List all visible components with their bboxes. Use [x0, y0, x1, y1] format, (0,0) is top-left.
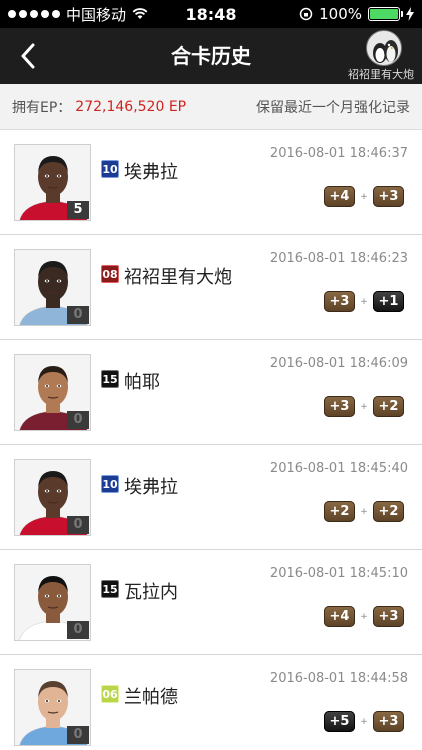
plus-icon: + [360, 296, 368, 307]
card-level: 0 [67, 726, 89, 744]
plus-icon: + [360, 191, 368, 202]
upgrade-chip-primary: +2 [324, 501, 355, 522]
upgrade-chip-primary: +3 [324, 396, 355, 417]
list-item[interactable]: 0 10 埃弗拉 2016-08-01 18:45:40 +2 + +2 [0, 445, 422, 550]
orientation-lock-icon [299, 7, 313, 21]
user-profile[interactable]: 袑袑里有大炮 [348, 28, 416, 84]
upgrade-chip-secondary: +3 [373, 606, 404, 627]
record-timestamp: 2016-08-01 18:46:37 [269, 146, 408, 161]
player-card: 5 [14, 144, 91, 221]
record-list: 5 10 埃弗拉 2016-08-01 18:46:37 +4 + +3 0 0… [0, 130, 422, 750]
ep-value: 272,146,520 EP [75, 98, 187, 115]
list-item[interactable]: 0 15 瓦拉内 2016-08-01 18:45:10 +4 + +3 [0, 550, 422, 655]
player-card: 0 [14, 459, 91, 536]
upgrade-chips: +2 + +2 [324, 501, 404, 522]
player-name: 瓦拉内 [124, 582, 178, 603]
battery-percent: 100% [319, 5, 362, 23]
list-item[interactable]: 5 10 埃弗拉 2016-08-01 18:46:37 +4 + +3 [0, 130, 422, 235]
list-item[interactable]: 0 06 兰帕德 2016-08-01 18:44:58 +5 + +3 [0, 655, 422, 750]
player-card: 0 [14, 564, 91, 641]
card-level: 5 [67, 201, 89, 219]
plus-icon: + [360, 506, 368, 517]
charging-icon [406, 7, 414, 21]
avatar [366, 30, 402, 66]
record-timestamp: 2016-08-01 18:45:10 [269, 566, 408, 581]
username-label: 袑袑里有大炮 [348, 68, 414, 81]
upgrade-chip-secondary: +2 [373, 501, 404, 522]
status-bar: 中国移动 18:48 100% [0, 0, 422, 28]
player-name: 帕耶 [124, 372, 160, 393]
upgrade-chip-primary: +5 [324, 711, 355, 732]
upgrade-chips: +5 + +3 [324, 711, 404, 732]
wifi-icon [132, 8, 148, 19]
upgrade-chip-primary: +3 [324, 291, 355, 312]
upgrade-chip-secondary: +3 [373, 711, 404, 732]
list-item[interactable]: 0 08 袑袑里有大炮 2016-08-01 18:46:23 +3 + +1 [0, 235, 422, 340]
carrier-label: 中国移动 [66, 5, 127, 24]
upgrade-chip-secondary: +2 [373, 396, 404, 417]
player-name: 埃弗拉 [124, 162, 178, 183]
upgrade-chips: +4 + +3 [324, 606, 404, 627]
player-name: 兰帕德 [124, 687, 178, 708]
record-timestamp: 2016-08-01 18:45:40 [269, 461, 408, 476]
player-card: 0 [14, 354, 91, 431]
card-level: 0 [67, 621, 89, 639]
upgrade-chip-secondary: +1 [373, 291, 404, 312]
battery-icon [368, 7, 403, 21]
record-timestamp: 2016-08-01 18:46:23 [269, 251, 408, 266]
status-left: 中国移动 [0, 4, 150, 25]
plus-icon: + [360, 401, 368, 412]
plus-icon: + [360, 611, 368, 622]
jersey-number-badge: 10 [101, 160, 119, 178]
nav-bar: 合卡历史 袑袑里有大炮 [0, 28, 422, 84]
player-card: 0 [14, 249, 91, 326]
upgrade-chip-primary: +4 [324, 606, 355, 627]
upgrade-chips: +3 + +1 [324, 291, 404, 312]
record-timestamp: 2016-08-01 18:44:58 [269, 671, 408, 686]
upgrade-chip-secondary: +3 [373, 186, 404, 207]
jersey-number-badge: 15 [101, 370, 119, 388]
player-name: 埃弗拉 [124, 477, 178, 498]
ep-info-bar: 拥有EP： 272,146,520 EP 保留最近一个月强化记录 [0, 84, 422, 130]
player-card: 0 [14, 669, 91, 746]
retention-note: 保留最近一个月强化记录 [256, 99, 410, 116]
upgrade-chip-primary: +4 [324, 186, 355, 207]
player-name: 袑袑里有大炮 [124, 267, 232, 288]
list-item[interactable]: 0 15 帕耶 2016-08-01 18:46:09 +3 + +2 [0, 340, 422, 445]
card-level: 0 [67, 516, 89, 534]
penguin-icon [373, 40, 398, 63]
ep-label: 拥有EP： [12, 99, 72, 116]
record-timestamp: 2016-08-01 18:46:09 [269, 356, 408, 371]
signal-icon [8, 10, 60, 18]
plus-icon: + [360, 716, 368, 727]
upgrade-chips: +3 + +2 [324, 396, 404, 417]
jersey-number-badge: 08 [101, 265, 119, 283]
jersey-number-badge: 15 [101, 580, 119, 598]
upgrade-chips: +4 + +3 [324, 186, 404, 207]
jersey-number-badge: 10 [101, 475, 119, 493]
jersey-number-badge: 06 [101, 685, 119, 703]
card-level: 0 [67, 306, 89, 324]
status-right: 100% [299, 5, 422, 23]
card-level: 0 [67, 411, 89, 429]
